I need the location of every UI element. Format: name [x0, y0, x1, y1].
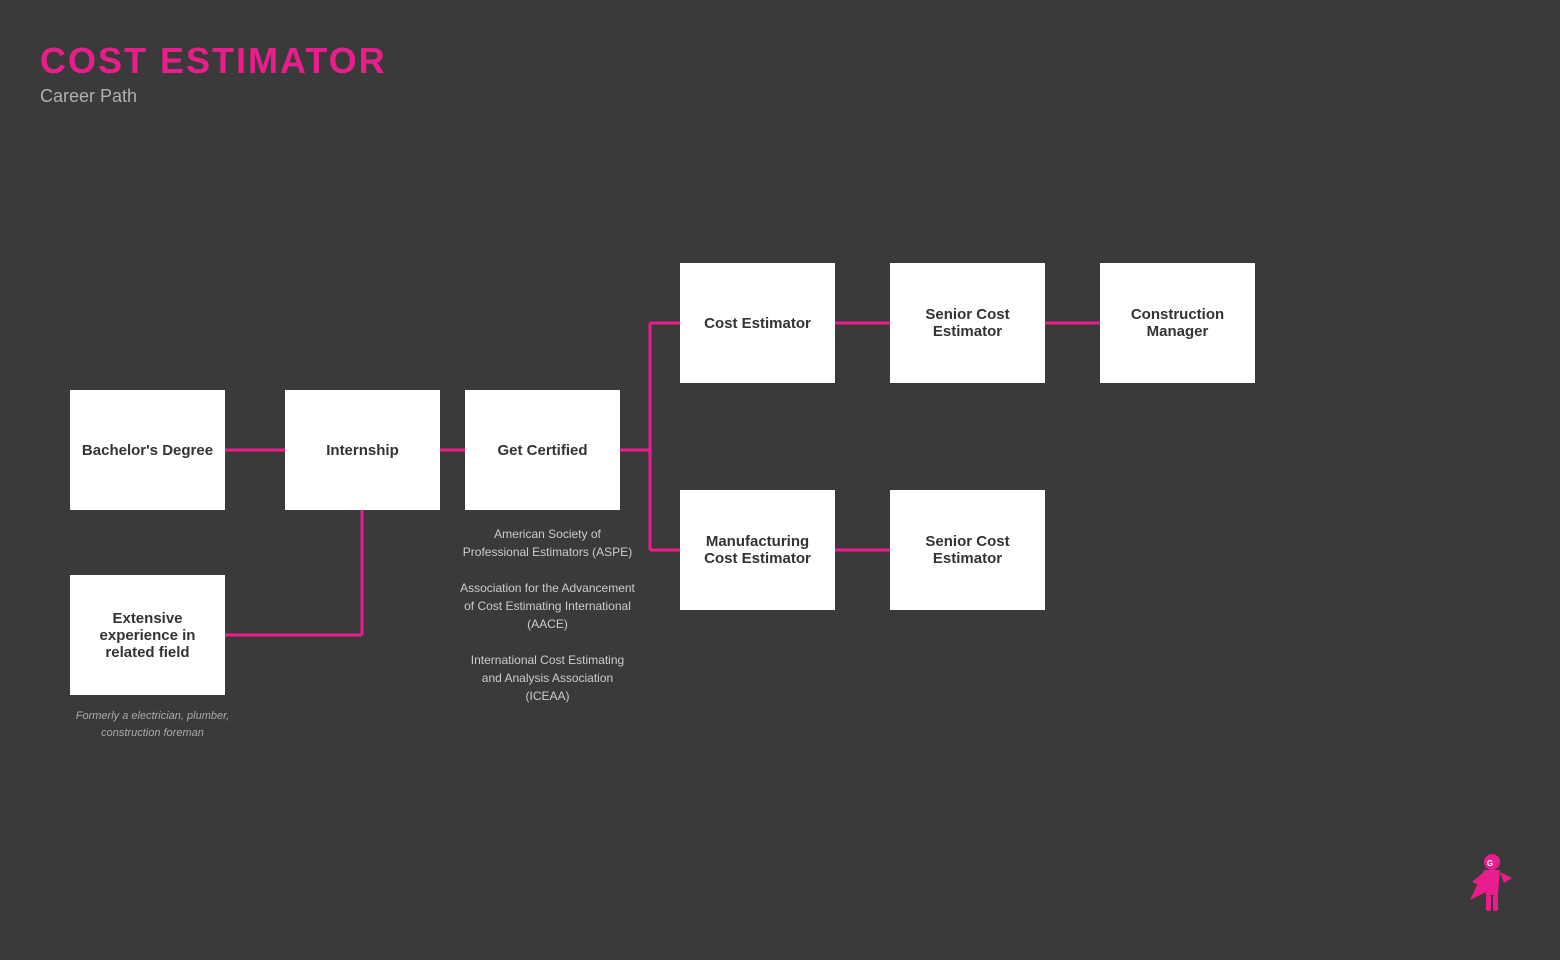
- certifications-annotation: American Society of Professional Estimat…: [460, 525, 635, 705]
- get-certified-box: Get Certified: [465, 390, 620, 510]
- cost-estimator-box: Cost Estimator: [680, 263, 835, 383]
- bachelors-degree-box: Bachelor's Degree: [70, 390, 225, 510]
- internship-box: Internship: [285, 390, 440, 510]
- extensive-experience-label: Extensive experience in related field: [80, 610, 215, 661]
- formerly-text: Formerly a electrician, plumber, constru…: [76, 710, 229, 739]
- certification-iceaa: International Cost Estimating and Analys…: [471, 653, 624, 703]
- construction-manager-box: Construction Manager: [1100, 263, 1255, 383]
- certification-aspe: American Society of Professional Estimat…: [463, 527, 632, 559]
- cost-estimator-label: Cost Estimator: [704, 315, 811, 332]
- manufacturing-cost-estimator-label: Manufacturing Cost Estimator: [690, 533, 825, 567]
- senior-cost-estimator-top-box: Senior Cost Estimator: [890, 263, 1045, 383]
- construction-manager-label: Construction Manager: [1110, 306, 1245, 340]
- get-certified-label: Get Certified: [497, 442, 587, 459]
- senior-cost-estimator-top-label: Senior Cost Estimator: [900, 306, 1035, 340]
- certification-aace: Association for the Advancement of Cost …: [460, 581, 635, 631]
- manufacturing-cost-estimator-box: Manufacturing Cost Estimator: [680, 490, 835, 610]
- senior-cost-estimator-bottom-label: Senior Cost Estimator: [900, 533, 1035, 567]
- svg-text:G: G: [1487, 859, 1493, 868]
- logo: G: [1460, 850, 1520, 920]
- career-diagram: [0, 0, 1560, 960]
- internship-label: Internship: [326, 442, 399, 459]
- senior-cost-estimator-bottom-box: Senior Cost Estimator: [890, 490, 1045, 610]
- formerly-annotation: Formerly a electrician, plumber, constru…: [65, 708, 240, 741]
- extensive-experience-box: Extensive experience in related field: [70, 575, 225, 695]
- bachelors-degree-label: Bachelor's Degree: [82, 442, 213, 459]
